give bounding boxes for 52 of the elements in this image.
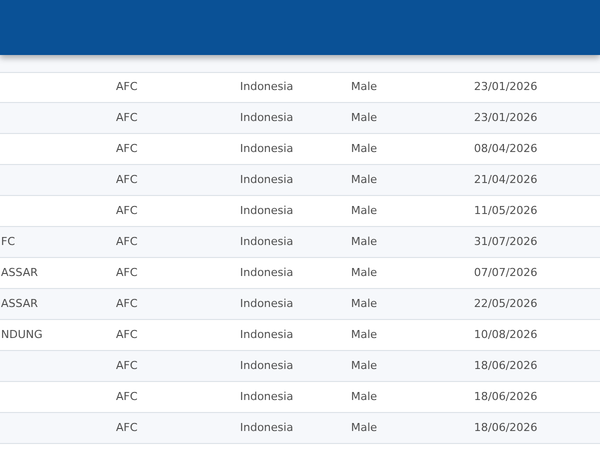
- table-cell: ASSAR: [1, 296, 38, 310]
- table-cell: 18/06/2026: [474, 420, 538, 434]
- table-cell: 18/06/2026: [474, 390, 538, 403]
- table-cell: AFC: [116, 266, 138, 279]
- table-cell: Male: [351, 358, 378, 372]
- table-cell: Indonesia: [240, 80, 294, 94]
- table-cell: AFC: [116, 80, 138, 94]
- table-cell: AFC: [116, 390, 138, 403]
- table-cell: FC: [1, 234, 16, 248]
- table-cell: AFC: [116, 110, 138, 124]
- table-cell: AFC: [116, 172, 138, 186]
- table-cell: Male: [351, 80, 378, 94]
- table-cell: Male: [351, 390, 378, 403]
- table-cell: AFC: [116, 142, 138, 155]
- table-cell: Indonesia: [240, 234, 294, 248]
- table-cell: Indonesia: [240, 204, 294, 217]
- table-cell: 31/07/2026: [474, 234, 538, 248]
- table-cell: Indonesia: [240, 390, 294, 403]
- table-cell: 23/01/2026: [474, 80, 538, 94]
- table-cell: Indonesia: [240, 266, 294, 279]
- table-cell: 08/04/2026: [474, 142, 538, 155]
- table-cell: AFC: [116, 234, 138, 248]
- table-cell: 21/04/2026: [474, 172, 538, 186]
- table-cell: Indonesia: [240, 420, 294, 434]
- table-cell: Male: [351, 266, 378, 279]
- table-cell: Male: [351, 328, 378, 341]
- table-cell: Indonesia: [240, 110, 294, 124]
- table-cell: Indonesia: [240, 296, 294, 310]
- table-cell: Male: [351, 420, 378, 434]
- table-cell: Male: [351, 142, 378, 155]
- table-cell: Male: [351, 234, 378, 248]
- table-cell: 07/07/2026: [474, 266, 538, 279]
- table-cell: Indonesia: [240, 172, 294, 186]
- table-cell: 10/08/2026: [474, 328, 538, 341]
- table-cell: Male: [351, 172, 378, 186]
- table-cell: 11/05/2026: [474, 204, 538, 217]
- table-cell: NDUNG: [1, 328, 43, 341]
- table-cell: AFC: [116, 328, 138, 341]
- table-cell: AFC: [116, 358, 138, 372]
- table-cell: ASSAR: [1, 266, 38, 279]
- table-cell: AFC: [116, 204, 138, 217]
- table-cell: Male: [351, 204, 378, 217]
- table-cell: 22/05/2026: [474, 296, 538, 310]
- table-cell: 23/01/2026: [474, 110, 538, 124]
- table-cell: 18/06/2026: [474, 358, 538, 372]
- table-cell: AFC: [116, 420, 138, 434]
- table-cell: Male: [351, 110, 378, 124]
- table-cell: AFC: [116, 296, 138, 310]
- table-cell: Indonesia: [240, 328, 294, 341]
- table-cell: Indonesia: [240, 358, 294, 372]
- table-cell: Male: [351, 296, 378, 310]
- table-cell: Indonesia: [240, 142, 294, 155]
